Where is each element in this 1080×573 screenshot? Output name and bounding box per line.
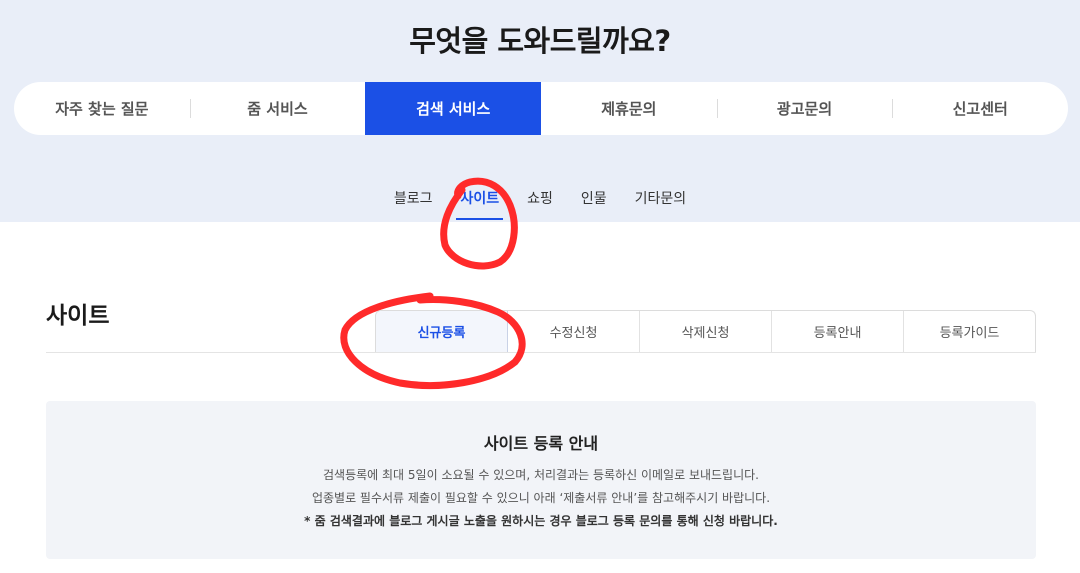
subtab-shopping[interactable]: 쇼핑 [527, 188, 553, 220]
tab-report-center[interactable]: 신고센터 [892, 82, 1068, 135]
tab-registration-guide[interactable]: 등록가이드 [904, 311, 1035, 352]
section-title: 사이트 [46, 303, 110, 329]
tab-new-registration[interactable]: 신규등록 [376, 311, 508, 352]
page-title: 무엇을 도와드릴까요? [409, 24, 671, 58]
tab-zum-service[interactable]: 줌 서비스 [189, 82, 366, 135]
subtab-person[interactable]: 인물 [581, 188, 607, 220]
tab-search-service[interactable]: 검색 서비스 [365, 82, 542, 135]
info-text-documents: 업종별로 필수서류 제출이 필요할 수 있으니 아래 ‘제출서류 안내’를 참고… [311, 491, 771, 505]
subtab-site[interactable]: 사이트 [456, 188, 503, 220]
section-divider [46, 352, 1036, 353]
main-category-tabs: 자주 찾는 질문 줌 서비스 검색 서비스 제휴문의 광고문의 신고센터 [14, 82, 1068, 135]
tab-registration-info[interactable]: 등록안내 [772, 311, 904, 352]
sub-category-tabs: 블로그 사이트 쇼핑 인물 기타문의 [0, 188, 1080, 220]
info-text-blog-note: * 줌 검색결과에 블로그 게시글 노출을 원하시는 경우 블로그 등록 문의를… [304, 514, 778, 528]
tab-delete-request[interactable]: 삭제신청 [640, 311, 772, 352]
tab-advertising[interactable]: 광고문의 [716, 82, 893, 135]
tab-faq[interactable]: 자주 찾는 질문 [14, 82, 190, 135]
info-text-processing: 검색등록에 최대 5일이 소요될 수 있으며, 처리결과는 등록하신 이메일로 … [323, 468, 759, 482]
tab-edit-request[interactable]: 수정신청 [508, 311, 640, 352]
subtab-blog[interactable]: 블로그 [394, 188, 433, 220]
info-title: 사이트 등록 안내 [483, 434, 599, 453]
tab-partnership[interactable]: 제휴문의 [541, 82, 717, 135]
subtab-other[interactable]: 기타문의 [635, 188, 687, 220]
registration-info-box: 사이트 등록 안내 검색등록에 최대 5일이 소요될 수 있으며, 처리결과는 … [46, 401, 1036, 559]
registration-tabs: 신규등록 수정신청 삭제신청 등록안내 등록가이드 [375, 310, 1036, 352]
hero-banner: 무엇을 도와드릴까요? 자주 찾는 질문 줌 서비스 검색 서비스 제휴문의 광… [0, 0, 1080, 222]
